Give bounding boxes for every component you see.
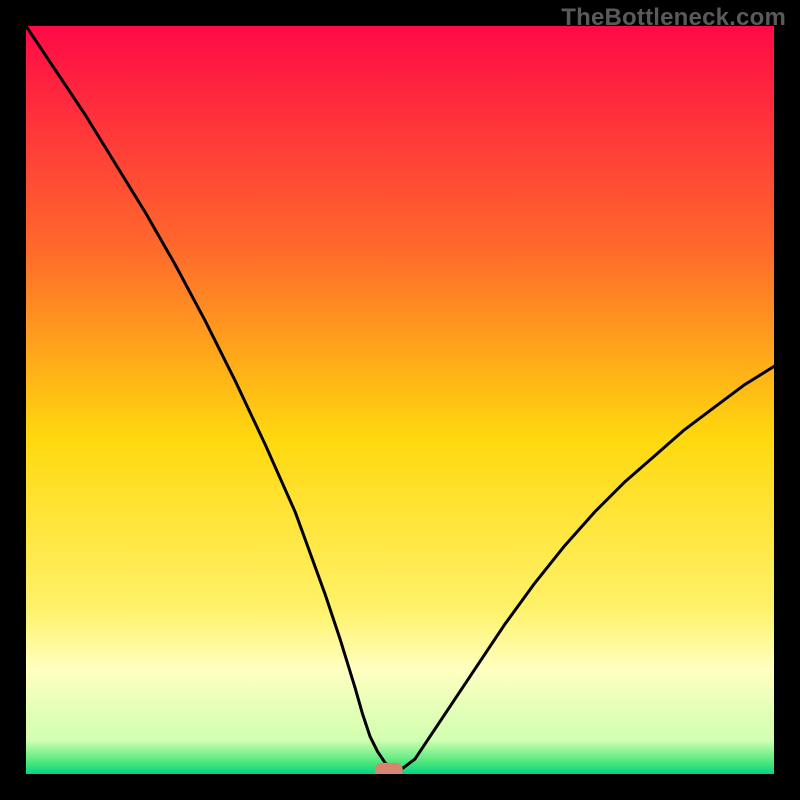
chart-gradient-background: [26, 26, 774, 774]
chart-plot-area: [26, 26, 774, 774]
chart-svg: [26, 26, 774, 774]
chart-minimum-marker: [375, 763, 403, 774]
chart-frame: TheBottleneck.com: [0, 0, 800, 800]
